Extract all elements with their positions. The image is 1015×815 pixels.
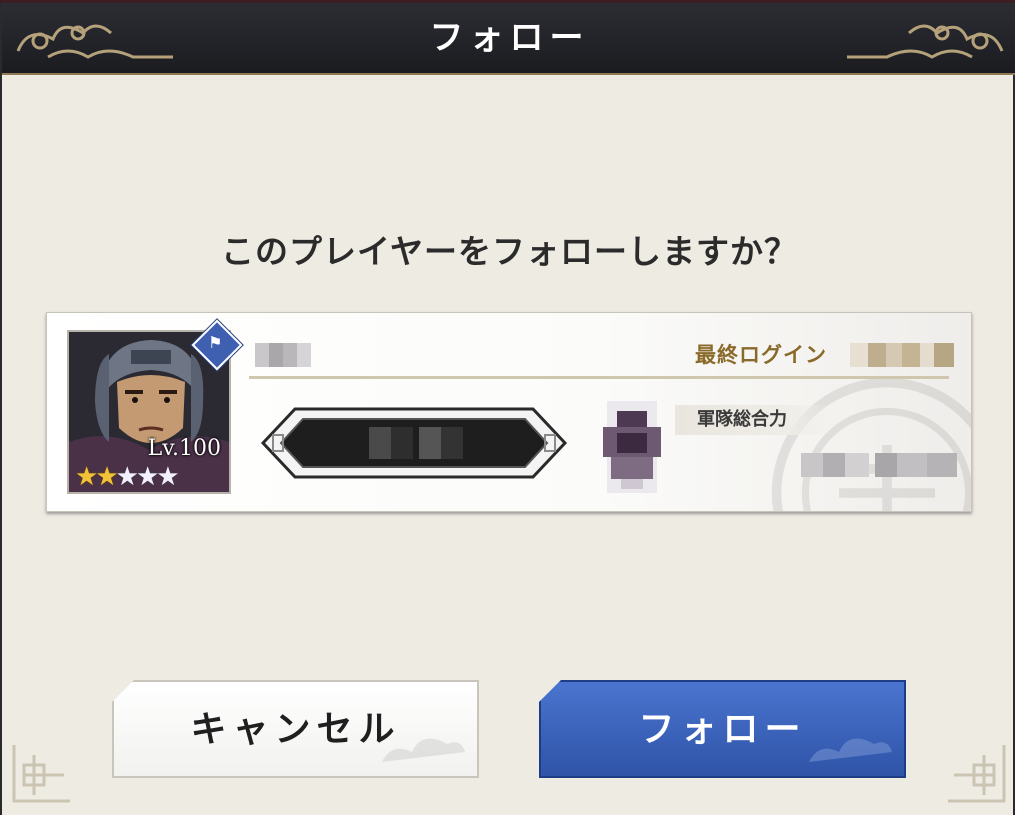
cancel-button[interactable]: キャンセル [112, 680, 479, 778]
name-divider [249, 376, 949, 379]
cloud-ornament-icon [809, 738, 892, 762]
seal-watermark-icon [771, 377, 971, 511]
last-login-label: 最終ログイン [695, 342, 827, 367]
army-power-value-redacted [801, 453, 957, 477]
level-label: Lv.100 [147, 436, 221, 461]
player-card: Lv.100 ★★★★★ ⚑ 最終ログイン 軍隊総合力 [46, 312, 972, 512]
star-empty-icon: ★ [135, 462, 159, 492]
flag-icon: ⚑ [208, 333, 223, 353]
star-empty-icon: ★ [115, 462, 139, 492]
follow-button-label: フォロー [638, 708, 807, 750]
dialog-title: フォロー [429, 18, 590, 58]
cloud-ornament-icon [382, 738, 465, 762]
star-filled-icon: ★ [95, 462, 118, 492]
follow-dialog: フォロー このプレイヤーをフォローしますか？ Lv.100 ★★★★★ ⚑ 最終… [0, 3, 1015, 815]
star-empty-icon: ★ [156, 462, 179, 492]
last-login-value-redacted [850, 343, 954, 367]
army-emblem-redacted [603, 401, 661, 493]
corner-ornament-left-icon [12, 745, 70, 803]
rank-plate [260, 407, 568, 479]
corner-ornament-right-icon [948, 745, 1006, 803]
cancel-button-label: キャンセル [190, 708, 401, 750]
army-power-label: 軍隊総合力 [675, 405, 833, 435]
follow-button[interactable]: フォロー [539, 680, 906, 778]
title-bar: フォロー [2, 3, 1015, 75]
rarity-stars: ★★★★★ [75, 462, 180, 492]
confirm-question: このプレイヤーをフォローしますか？ [220, 232, 798, 271]
star-filled-icon: ★ [75, 462, 98, 492]
player-name-redacted [255, 343, 311, 367]
